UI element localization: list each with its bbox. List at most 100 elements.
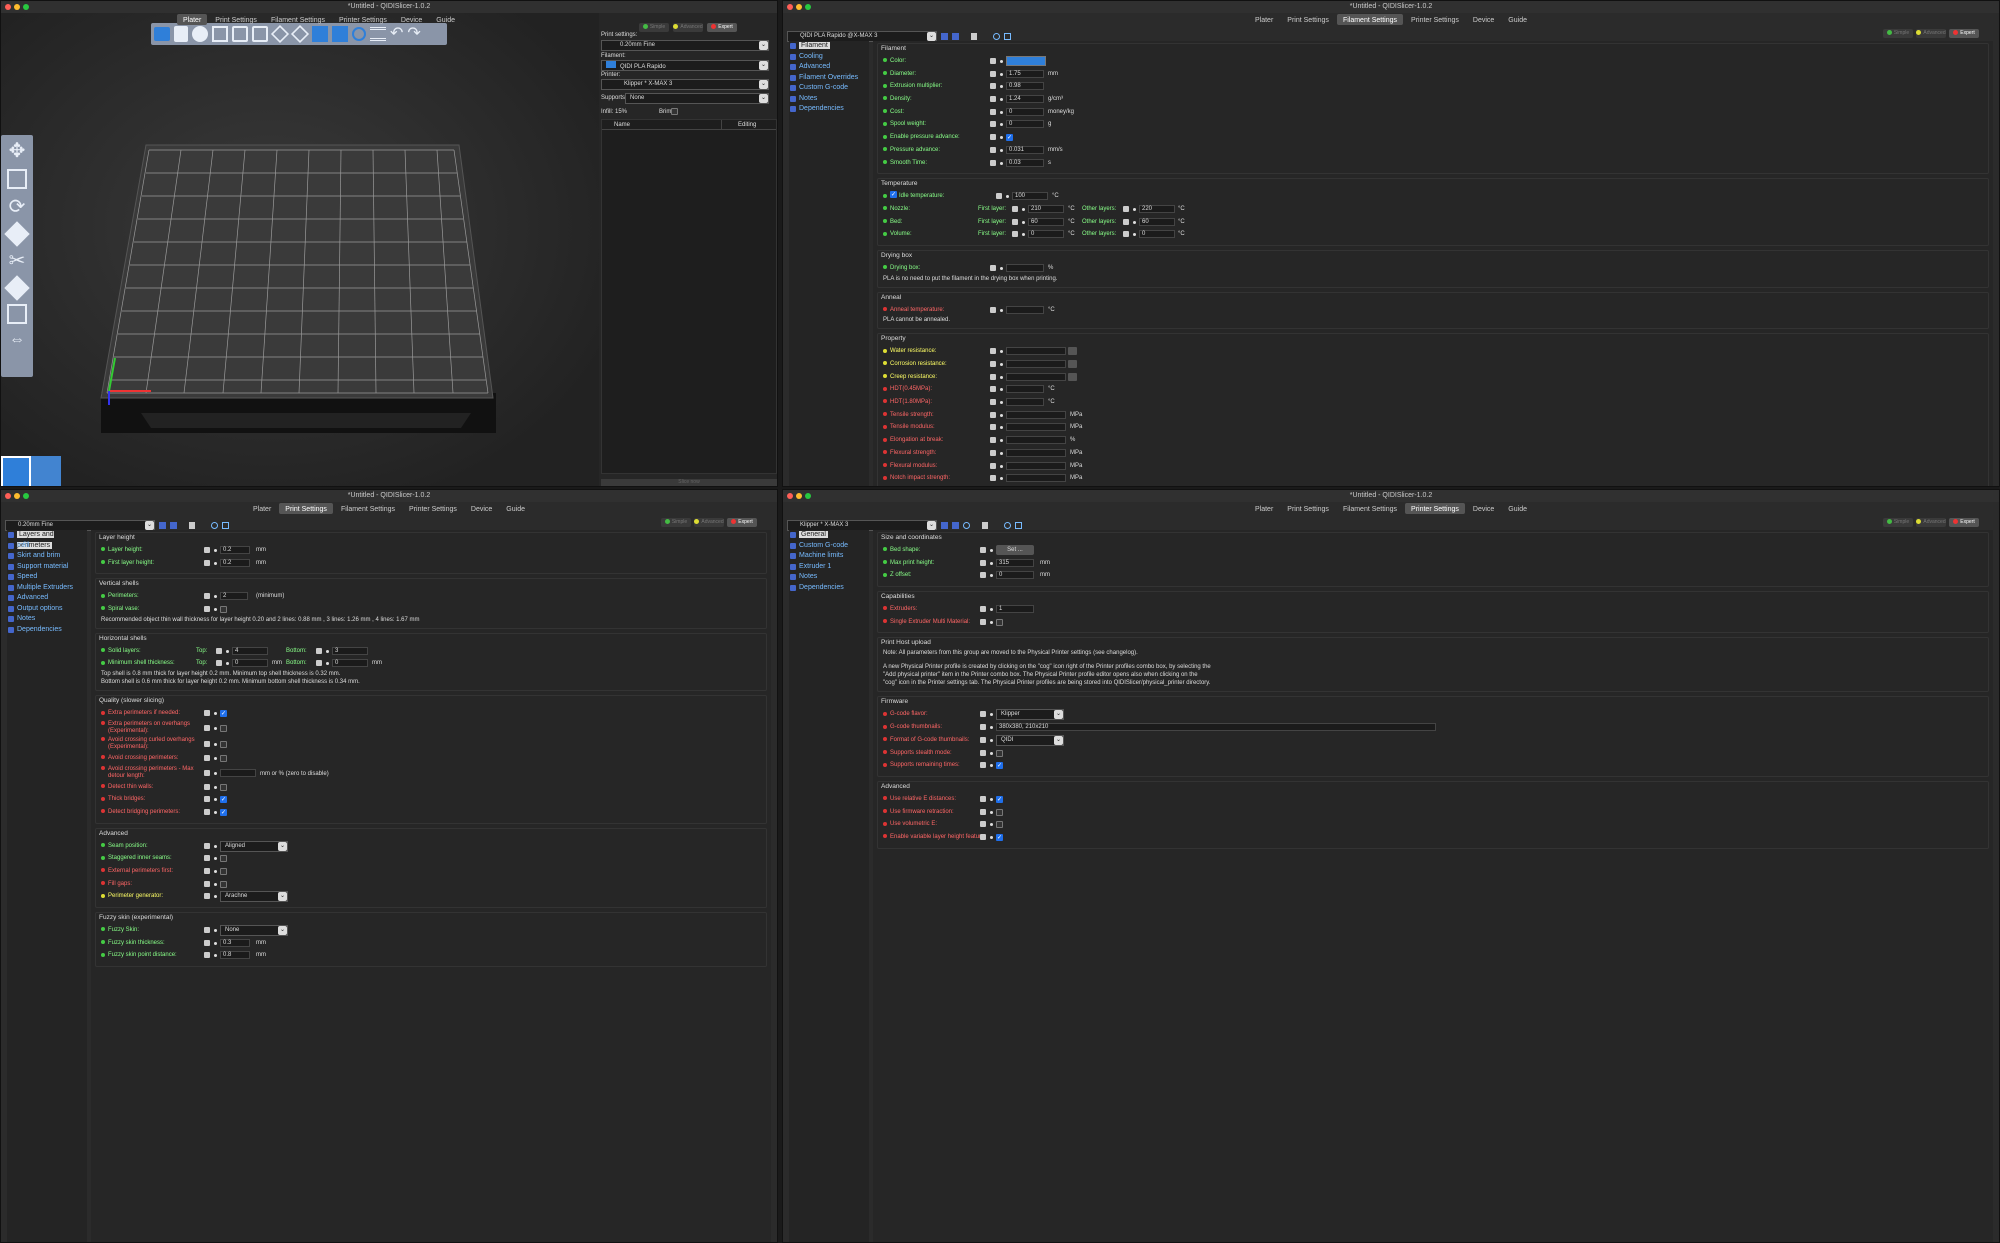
perimeter-generator-select[interactable]: Arachne ⌄ xyxy=(220,891,288,903)
delete-all-icon[interactable] xyxy=(192,26,208,42)
tab-guide[interactable]: Guide xyxy=(1502,14,1533,25)
idle-temp-field[interactable]: 100 xyxy=(1012,192,1048,201)
fill-gaps-checkbox[interactable] xyxy=(220,880,227,888)
rotate-icon[interactable]: ⟳ xyxy=(9,196,26,218)
support-paint-icon[interactable] xyxy=(4,275,30,301)
perimeters-stepper[interactable]: 2 xyxy=(220,592,248,601)
tab-print-settings[interactable]: Print Settings xyxy=(209,14,263,25)
rename-icon[interactable] xyxy=(952,521,959,529)
split-objects-icon[interactable] xyxy=(312,26,328,42)
tab-plater[interactable]: Plater xyxy=(177,14,208,25)
supports-combo[interactable]: None ⌄ xyxy=(625,93,769,104)
fuzzy-skin-select[interactable]: None ⌄ xyxy=(220,925,288,936)
page-item[interactable]: Filament Overrides xyxy=(789,73,869,84)
mode-advanced[interactable]: Advanced xyxy=(1916,518,1946,527)
max-detour-field[interactable] xyxy=(220,768,256,777)
3d-viewport[interactable] xyxy=(1,13,599,486)
mode-expert[interactable]: Expert xyxy=(1949,518,1979,527)
seam-position-select[interactable]: Aligned ⌄ xyxy=(220,840,288,852)
cog-icon[interactable] xyxy=(963,521,970,529)
staggered-seams-checkbox[interactable] xyxy=(220,855,227,863)
page-item[interactable]: Support material xyxy=(7,562,87,573)
cut-icon[interactable]: ✂ xyxy=(9,250,26,272)
gcode-thumbnails-field[interactable]: 380x380, 210x210 xyxy=(996,723,1436,732)
col-name[interactable]: Name xyxy=(602,120,722,129)
bed-other-field[interactable]: 60 xyxy=(1139,217,1175,226)
preset-combo[interactable]: 0.20mm Fine ⌄ xyxy=(5,519,155,531)
rename-icon[interactable] xyxy=(952,32,959,40)
undo-icon[interactable]: ↶ xyxy=(390,26,403,42)
page-item[interactable]: Advanced xyxy=(789,62,869,73)
first-layer-height-field[interactable]: 0.2 xyxy=(220,558,250,567)
hdt-180-field[interactable] xyxy=(1006,398,1044,407)
tab-filament-settings[interactable]: Filament Settings xyxy=(1337,503,1403,514)
z-offset-field[interactable]: 0 xyxy=(996,571,1034,580)
page-item[interactable]: Advanced xyxy=(7,593,87,604)
close-icon[interactable] xyxy=(5,4,11,10)
split-parts-icon[interactable] xyxy=(332,26,348,42)
add-instance-icon[interactable] xyxy=(270,24,290,44)
zoom-icon[interactable] xyxy=(23,493,29,499)
mode-advanced[interactable]: Advanced xyxy=(1916,29,1946,38)
save-icon[interactable] xyxy=(159,521,166,529)
flexural-modulus-field[interactable] xyxy=(1006,461,1066,470)
firmware-retraction-checkbox[interactable] xyxy=(996,808,1003,816)
solid-bottom-stepper[interactable]: 3 xyxy=(332,646,368,655)
save-icon[interactable] xyxy=(941,32,948,40)
volumetric-e-checkbox[interactable] xyxy=(996,821,1003,829)
page-item[interactable]: Layers and perimeters xyxy=(7,530,87,549)
anneal-field[interactable] xyxy=(1006,305,1044,314)
brim-checkbox[interactable] xyxy=(671,108,678,115)
rename-icon[interactable] xyxy=(170,521,177,529)
move-icon[interactable]: ✥ xyxy=(9,140,26,162)
variable-layer-checkbox[interactable] xyxy=(996,832,1003,845)
place-on-face-icon[interactable] xyxy=(4,221,30,247)
mode-simple[interactable]: Simple xyxy=(1883,29,1913,38)
page-item[interactable]: Custom G-code xyxy=(789,83,869,94)
page-item[interactable]: General xyxy=(789,530,869,541)
tab-plater[interactable]: Plater xyxy=(1249,14,1279,25)
extrusion-multiplier-field[interactable]: 0.98 xyxy=(1006,82,1044,91)
notch-impact-field[interactable] xyxy=(1006,474,1066,483)
page-item[interactable]: Skirt and brim xyxy=(7,551,87,562)
3d-view-icon[interactable] xyxy=(1,456,31,486)
redo-icon[interactable]: ↷ xyxy=(407,26,420,42)
lock-icon[interactable] xyxy=(189,521,195,529)
nozzle-other-field[interactable]: 220 xyxy=(1139,204,1175,213)
tab-printer-settings[interactable]: Printer Settings xyxy=(403,503,463,514)
save-icon[interactable] xyxy=(941,521,948,529)
fuzzy-distance-field[interactable]: 0.8 xyxy=(220,951,250,960)
tab-device[interactable]: Device xyxy=(465,503,498,514)
page-item[interactable]: Extruder 1 xyxy=(789,562,869,573)
hdt-045-field[interactable] xyxy=(1006,385,1044,394)
page-item[interactable]: Filament xyxy=(789,41,869,52)
col-editing[interactable]: Editing xyxy=(722,120,756,129)
tab-device[interactable]: Device xyxy=(1467,503,1500,514)
spiral-vase-checkbox[interactable] xyxy=(220,606,227,614)
avoid-curled-overhangs-checkbox[interactable] xyxy=(220,740,227,748)
printer-combo[interactable]: Klipper * X-MAX 3 ⌄ xyxy=(601,79,769,90)
avoid-crossing-perimeters-checkbox[interactable] xyxy=(220,754,227,762)
mode-advanced[interactable]: Advanced xyxy=(673,23,703,32)
search-icon[interactable] xyxy=(352,27,366,41)
mode-advanced[interactable]: Advanced xyxy=(694,518,724,527)
paste-icon[interactable] xyxy=(252,26,268,42)
mode-expert[interactable]: Expert xyxy=(707,23,737,32)
close-icon[interactable] xyxy=(787,4,793,10)
copy-icon[interactable] xyxy=(232,26,248,42)
tab-guide[interactable]: Guide xyxy=(1502,503,1533,514)
fuzzy-thickness-field[interactable]: 0.3 xyxy=(220,938,250,947)
semm-checkbox[interactable] xyxy=(996,618,1003,626)
minimize-icon[interactable] xyxy=(14,4,20,10)
mode-simple[interactable]: Simple xyxy=(1883,518,1913,527)
compare-icon[interactable] xyxy=(222,521,229,529)
tab-print-settings[interactable]: Print Settings xyxy=(279,503,333,514)
page-item[interactable]: Dependencies xyxy=(789,104,869,115)
page-item[interactable]: Infill xyxy=(7,541,87,552)
page-item[interactable]: Notes xyxy=(789,572,869,583)
detect-bridging-checkbox[interactable] xyxy=(220,807,227,820)
volume-other-field[interactable]: 0 xyxy=(1139,230,1175,239)
search-icon[interactable] xyxy=(1004,521,1011,529)
min-shell-top-field[interactable]: 0 xyxy=(232,659,268,668)
tensile-modulus-field[interactable] xyxy=(1006,423,1066,432)
